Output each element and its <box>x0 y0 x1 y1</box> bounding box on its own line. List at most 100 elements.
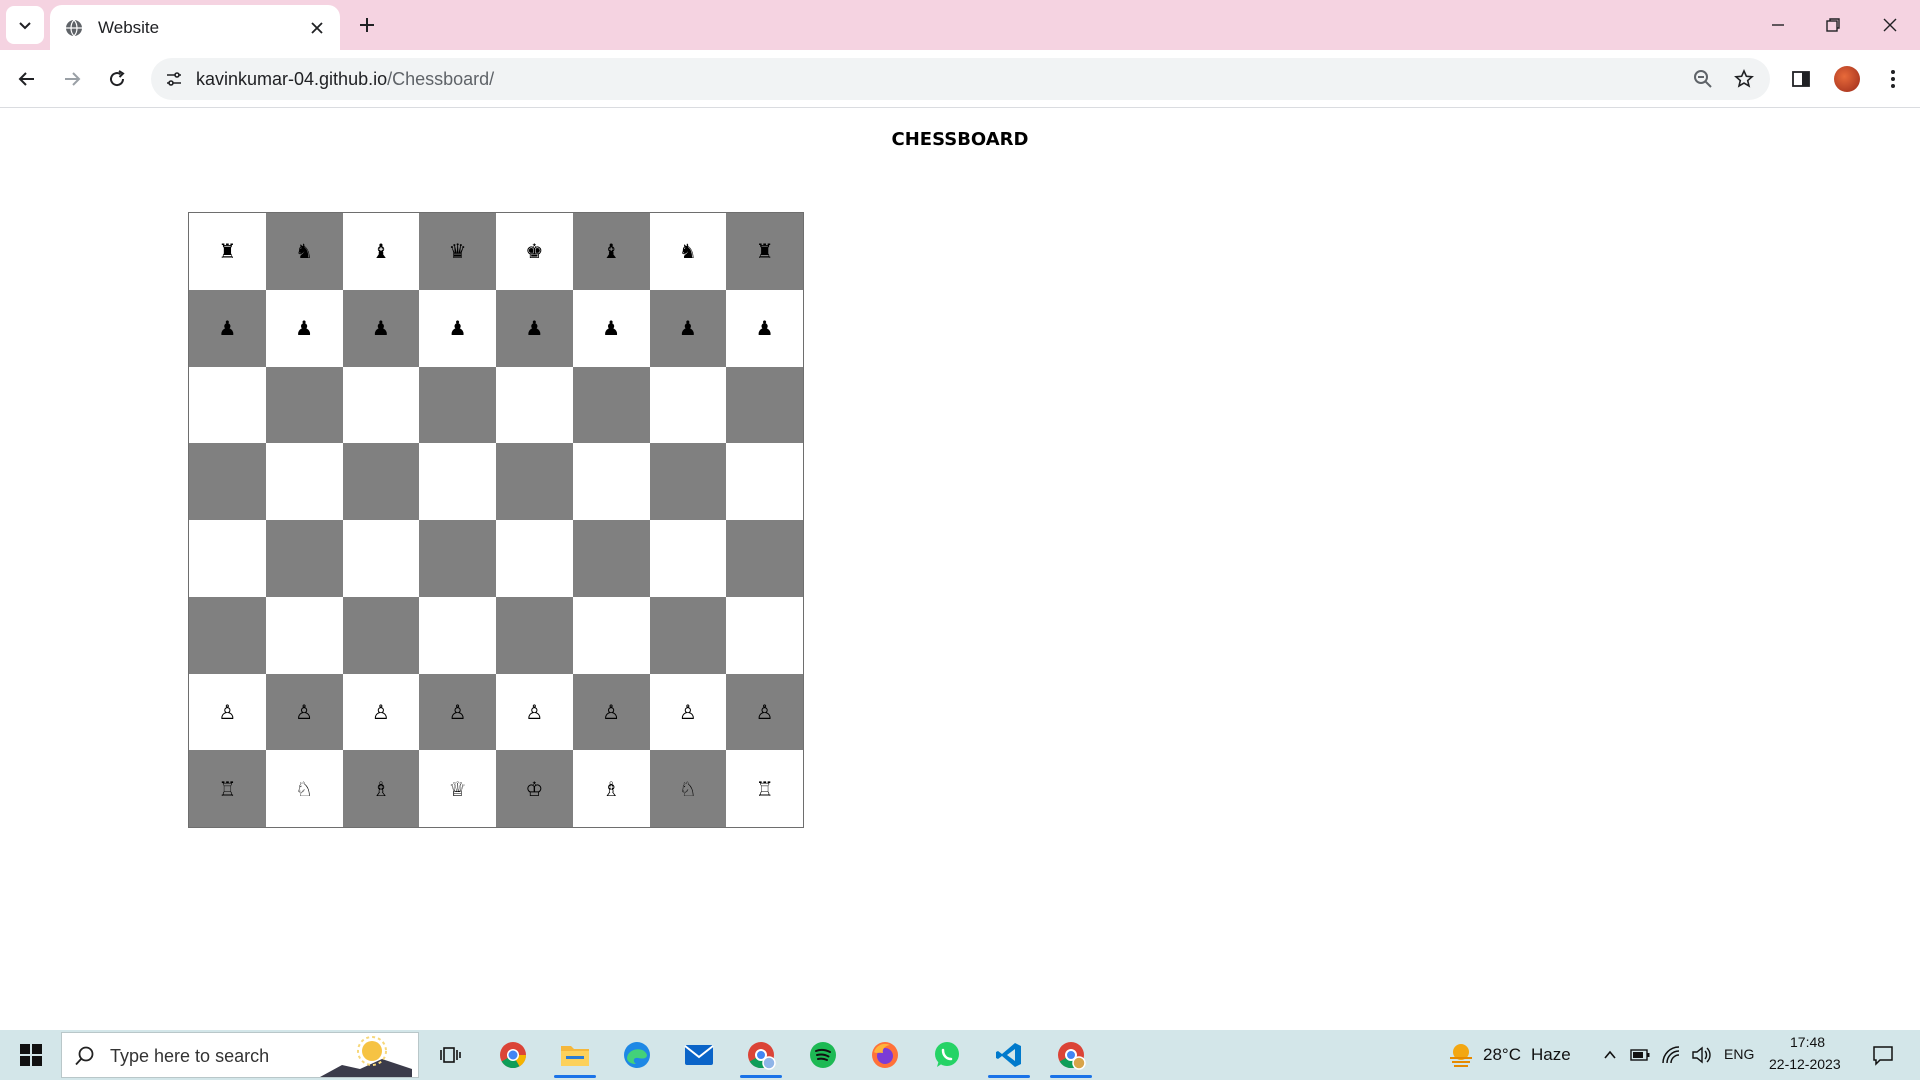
board-square[interactable] <box>726 520 803 597</box>
board-square[interactable]: ♗ <box>342 750 420 827</box>
back-button[interactable] <box>10 62 44 96</box>
board-square[interactable] <box>265 520 343 597</box>
board-square[interactable]: ♟ <box>572 289 650 367</box>
taskbar-app-chrome-active[interactable] <box>1044 1032 1098 1078</box>
board-square[interactable]: ♙ <box>419 673 496 751</box>
board-square[interactable]: ♟ <box>726 289 803 367</box>
board-square[interactable] <box>496 520 573 597</box>
start-button[interactable] <box>8 1035 54 1075</box>
tab-close-button[interactable] <box>306 17 328 39</box>
board-square[interactable]: ♙ <box>496 673 573 751</box>
tab-search-button[interactable] <box>6 6 44 44</box>
board-square[interactable]: ♙ <box>726 673 803 751</box>
address-bar[interactable]: kavinkumar-04.github.io/Chessboard/ <box>151 58 1770 100</box>
board-square[interactable] <box>265 443 343 520</box>
board-square[interactable] <box>649 596 727 674</box>
board-square[interactable]: ♗ <box>572 750 650 827</box>
board-square[interactable] <box>419 596 496 674</box>
taskbar-app-edge[interactable] <box>610 1032 664 1078</box>
board-square[interactable] <box>419 366 496 444</box>
taskbar-search-box[interactable]: Type here to search <box>61 1032 419 1078</box>
minimize-button[interactable] <box>1758 8 1798 42</box>
side-panel-button[interactable] <box>1784 62 1818 96</box>
notifications-button[interactable] <box>1871 1043 1895 1067</box>
board-square[interactable]: ♟ <box>265 289 343 367</box>
board-square[interactable] <box>342 443 420 520</box>
close-window-button[interactable] <box>1870 8 1910 42</box>
board-square[interactable] <box>496 443 573 520</box>
menu-button[interactable] <box>1876 62 1910 96</box>
board-square[interactable] <box>572 596 650 674</box>
board-square[interactable]: ♘ <box>649 750 727 827</box>
board-square[interactable]: ♟ <box>649 289 727 367</box>
board-square[interactable] <box>496 366 573 444</box>
board-square[interactable] <box>649 520 727 597</box>
board-square[interactable] <box>189 366 266 444</box>
board-square[interactable]: ♖ <box>189 750 266 827</box>
battery-button[interactable] <box>1630 1045 1650 1065</box>
clock-date[interactable]: 22-12-2023 <box>1769 1056 1841 1072</box>
network-button[interactable] <box>1661 1045 1681 1065</box>
board-square[interactable]: ♞ <box>265 213 343 290</box>
bookmark-button[interactable] <box>1731 66 1757 92</box>
board-square[interactable]: ♜ <box>726 213 803 290</box>
board-square[interactable]: ♙ <box>342 673 420 751</box>
browser-tab[interactable]: Website <box>50 5 340 50</box>
board-square[interactable] <box>189 596 266 674</box>
board-square[interactable] <box>419 443 496 520</box>
board-square[interactable]: ♙ <box>189 673 266 751</box>
volume-button[interactable] <box>1691 1045 1711 1065</box>
board-square[interactable] <box>189 443 266 520</box>
board-square[interactable] <box>649 366 727 444</box>
board-square[interactable]: ♚ <box>496 213 573 290</box>
taskbar-app-chrome[interactable] <box>486 1032 540 1078</box>
board-square[interactable] <box>265 366 343 444</box>
new-tab-button[interactable] <box>352 10 382 40</box>
taskbar-app-chrome-profile[interactable] <box>734 1032 788 1078</box>
board-square[interactable] <box>419 520 496 597</box>
board-square[interactable]: ♟ <box>419 289 496 367</box>
taskbar-app-spotify[interactable] <box>796 1032 850 1078</box>
taskbar-app-file-explorer[interactable] <box>548 1032 602 1078</box>
board-square[interactable] <box>572 520 650 597</box>
board-square[interactable]: ♕ <box>419 750 496 827</box>
board-square[interactable]: ♙ <box>572 673 650 751</box>
board-square[interactable]: ♖ <box>726 750 803 827</box>
board-square[interactable] <box>342 520 420 597</box>
weather-desc[interactable]: Haze <box>1531 1045 1571 1065</box>
board-square[interactable]: ♙ <box>265 673 343 751</box>
board-square[interactable] <box>649 443 727 520</box>
language-indicator[interactable]: ENG <box>1724 1046 1754 1062</box>
taskbar-app-whatsapp[interactable] <box>920 1032 974 1078</box>
show-hidden-icons-button[interactable] <box>1600 1045 1620 1065</box>
board-square[interactable]: ♞ <box>649 213 727 290</box>
board-square[interactable]: ♟ <box>496 289 573 367</box>
task-view-button[interactable] <box>424 1032 478 1078</box>
board-square[interactable] <box>726 443 803 520</box>
board-square[interactable] <box>726 596 803 674</box>
weather-temp[interactable]: 28°C <box>1483 1045 1521 1065</box>
board-square[interactable]: ♟ <box>342 289 420 367</box>
clock-time[interactable]: 17:48 <box>1790 1034 1825 1050</box>
board-square[interactable]: ♜ <box>189 213 266 290</box>
board-square[interactable] <box>572 443 650 520</box>
board-square[interactable]: ♙ <box>649 673 727 751</box>
reload-button[interactable] <box>100 62 134 96</box>
board-square[interactable]: ♝ <box>342 213 420 290</box>
taskbar-app-mail[interactable] <box>672 1032 726 1078</box>
board-square[interactable] <box>265 596 343 674</box>
restore-button[interactable] <box>1813 8 1853 42</box>
board-square[interactable] <box>496 596 573 674</box>
board-square[interactable]: ♝ <box>572 213 650 290</box>
board-square[interactable]: ♟ <box>189 289 266 367</box>
site-info-button[interactable] <box>161 66 187 92</box>
board-square[interactable]: ♛ <box>419 213 496 290</box>
board-square[interactable]: ♘ <box>265 750 343 827</box>
profile-button[interactable] <box>1830 62 1864 96</box>
zoom-button[interactable] <box>1690 66 1716 92</box>
board-square[interactable] <box>342 366 420 444</box>
board-square[interactable]: ♔ <box>496 750 573 827</box>
board-square[interactable] <box>572 366 650 444</box>
board-square[interactable] <box>342 596 420 674</box>
taskbar-app-vscode[interactable] <box>982 1032 1036 1078</box>
